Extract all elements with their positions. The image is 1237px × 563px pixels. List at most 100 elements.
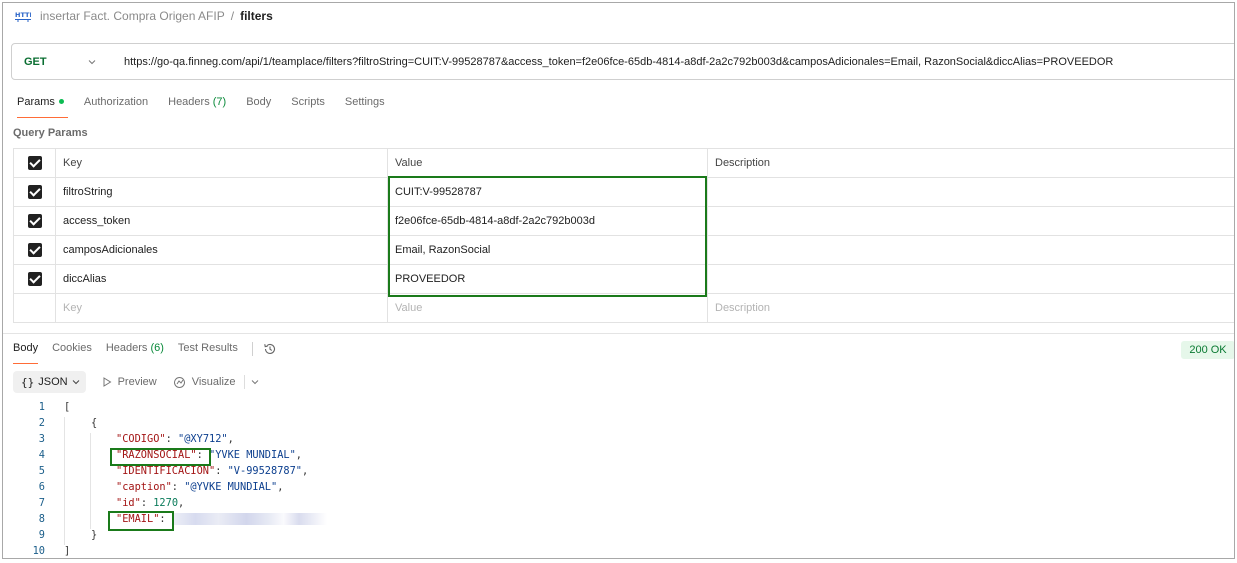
- tab-label: Body: [13, 342, 39, 354]
- braces-icon: {}: [21, 375, 35, 389]
- tab-test-results[interactable]: Test Results: [178, 342, 238, 364]
- tab-label: Body: [246, 96, 272, 108]
- checkbox-cell: [13, 293, 56, 323]
- row-checkbox[interactable]: [27, 243, 42, 257]
- checkbox-cell: [13, 264, 56, 294]
- format-select[interactable]: {} JSON: [13, 371, 86, 393]
- query-params-table: Key Value Description filtroString CUIT:…: [13, 148, 1234, 323]
- app-frame: HTTP insertar Fact. Compra Origen AFIP /…: [2, 2, 1235, 559]
- param-value[interactable]: PROVEEDOR: [387, 264, 708, 294]
- json-punctuation: :: [215, 465, 228, 477]
- breadcrumb-request-name[interactable]: filters: [240, 9, 273, 23]
- code-line: 5 "IDENTIFICACION": "V-99528787",: [3, 465, 703, 481]
- tab-count: (6): [150, 342, 164, 354]
- response-format-bar: {} JSON Preview Visualize: [13, 371, 259, 393]
- json-punctuation: ,: [295, 449, 302, 461]
- new-value-input[interactable]: Value: [387, 293, 708, 323]
- param-key[interactable]: access_token: [55, 206, 388, 236]
- tab-response-headers[interactable]: Headers (6): [106, 342, 164, 364]
- code-line: 4 "RAZONSOCIAL": "YVKE MUNDIAL",: [3, 449, 703, 465]
- param-description[interactable]: [707, 264, 1234, 294]
- visualize-menu[interactable]: [243, 375, 259, 389]
- status-badge[interactable]: 200 OK: [1181, 341, 1234, 359]
- line-number: 5: [38, 465, 45, 477]
- json-punctuation: ,: [302, 465, 309, 477]
- checkbox-cell: [13, 206, 56, 236]
- breadcrumb-collection[interactable]: insertar Fact. Compra Origen AFIP: [40, 9, 225, 23]
- json-key: "EMAIL": [116, 513, 160, 525]
- row-checkbox[interactable]: [27, 272, 42, 286]
- column-header-value: Value: [387, 148, 708, 178]
- line-number: 3: [38, 433, 45, 445]
- tab-cookies[interactable]: Cookies: [52, 342, 92, 364]
- code-line: 7 "id": 1270,: [3, 497, 703, 513]
- code-line: 9}: [3, 529, 703, 545]
- param-value[interactable]: CUIT:V-99528787: [387, 177, 708, 207]
- column-header-description: Description: [707, 148, 1234, 178]
- url-input[interactable]: https://go-qa.finneg.com/api/1/teamplace…: [108, 56, 1113, 68]
- table-header-row: Key Value Description: [13, 148, 1234, 178]
- param-key[interactable]: camposAdicionales: [55, 235, 388, 265]
- json-punctuation: :: [171, 481, 185, 493]
- code-text: }: [91, 529, 97, 541]
- tab-count: (7): [212, 96, 227, 108]
- json-punctuation: :: [159, 513, 172, 525]
- json-key: "CODIGO": [116, 433, 166, 445]
- code-text: ]: [64, 545, 70, 557]
- json-punctuation: ,: [227, 433, 234, 445]
- new-key-input[interactable]: Key: [55, 293, 388, 323]
- param-key[interactable]: diccAlias: [55, 264, 388, 294]
- line-number: 6: [38, 481, 45, 493]
- request-url-bar: GET https://go-qa.finneg.com/api/1/teamp…: [11, 43, 1234, 80]
- format-label: JSON: [38, 376, 68, 388]
- checkbox-cell: [13, 177, 56, 207]
- tab-scripts[interactable]: Scripts: [291, 96, 325, 118]
- tab-label: Scripts: [291, 96, 325, 108]
- json-string: "@XY712": [178, 433, 228, 445]
- history-icon[interactable]: [263, 342, 277, 356]
- json-string: "@YVKE MUNDIAL": [184, 481, 278, 493]
- param-description[interactable]: [707, 206, 1234, 236]
- tab-label: Headers: [105, 342, 148, 354]
- method-label: GET: [24, 55, 47, 68]
- tab-label: Settings: [344, 96, 385, 108]
- chevron-down-icon: [251, 380, 258, 385]
- code-text: "IDENTIFICACION": "V-99528787",: [116, 465, 308, 477]
- tab-settings[interactable]: Settings: [345, 96, 385, 118]
- tab-authorization[interactable]: Authorization: [84, 96, 148, 118]
- tab-headers[interactable]: Headers (7): [168, 96, 226, 118]
- param-value[interactable]: f2e06fce-65db-4814-a8df-2a2c792b003d: [387, 206, 708, 236]
- line-number: 1: [38, 401, 45, 413]
- json-punctuation: {: [91, 417, 98, 429]
- response-tabs: Body Cookies Headers (6) Test Results: [13, 342, 277, 364]
- code-text: [: [64, 401, 70, 413]
- http-icon: HTTP: [15, 11, 31, 22]
- row-checkbox[interactable]: [27, 214, 42, 228]
- code-line: 8 "EMAIL":: [3, 513, 703, 529]
- new-description-input[interactable]: Description: [707, 293, 1234, 323]
- json-punctuation: :: [165, 433, 179, 445]
- table-row: filtroString CUIT:V-99528787: [13, 177, 1234, 207]
- code-text: "RAZONSOCIAL": "YVKE MUNDIAL",: [116, 449, 302, 461]
- param-description[interactable]: [707, 177, 1234, 207]
- json-number: 1270: [153, 497, 179, 509]
- json-key: "IDENTIFICACION": [116, 465, 216, 477]
- visualize-button[interactable]: Visualize: [173, 376, 236, 389]
- tab-params[interactable]: Params: [17, 96, 68, 118]
- method-select[interactable]: GET: [12, 44, 108, 79]
- pane-divider[interactable]: [3, 333, 1234, 334]
- param-description[interactable]: [707, 235, 1234, 265]
- preview-label: Preview: [117, 376, 157, 388]
- json-punctuation: :: [196, 449, 209, 461]
- row-checkbox[interactable]: [27, 185, 42, 199]
- json-punctuation: ]: [64, 545, 71, 557]
- preview-button[interactable]: Preview: [102, 376, 157, 388]
- param-key[interactable]: filtroString: [55, 177, 388, 207]
- param-value[interactable]: Email, RazonSocial: [387, 235, 708, 265]
- tab-body[interactable]: Body: [246, 96, 271, 118]
- json-key: "caption": [116, 481, 172, 493]
- chevron-down-icon: [88, 60, 96, 65]
- tab-response-body[interactable]: Body: [13, 342, 39, 364]
- json-string: "V-99528787": [227, 465, 303, 477]
- select-all-checkbox[interactable]: [27, 156, 42, 170]
